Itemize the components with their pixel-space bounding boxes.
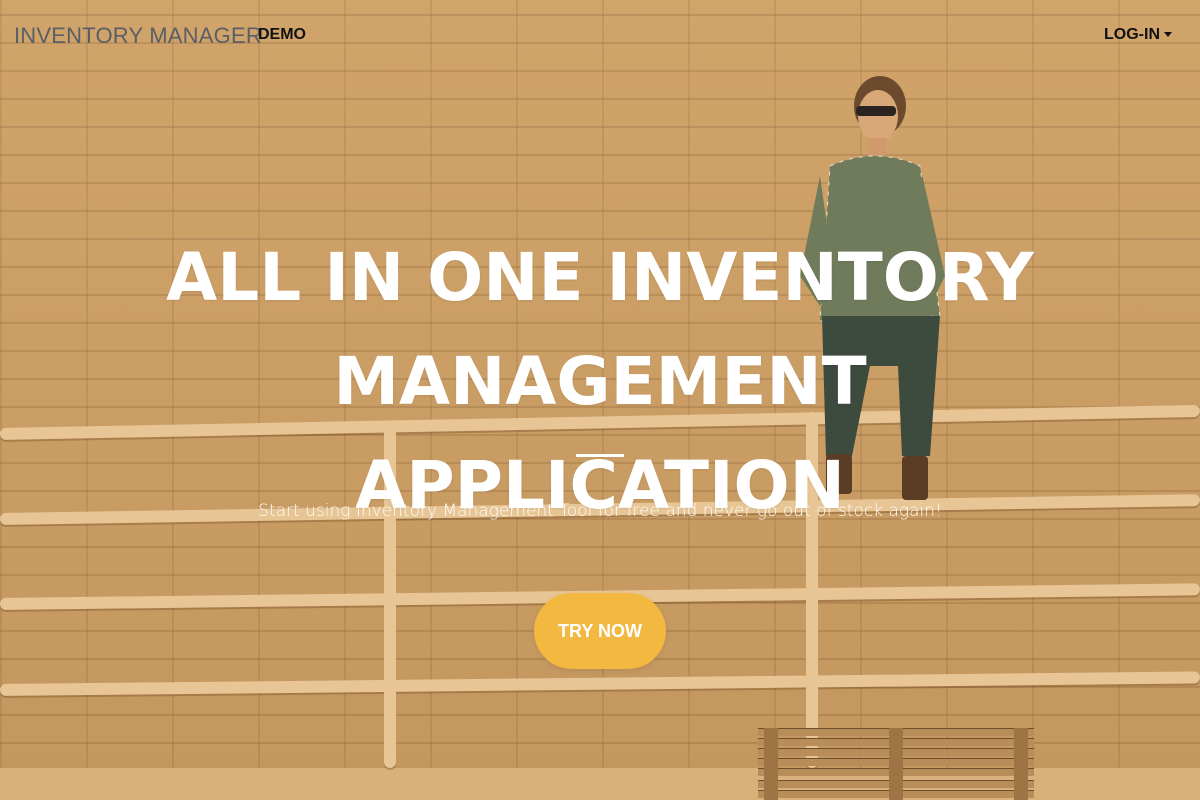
hero-subtitle: Start using Inventory Management Tool fo… — [258, 501, 942, 521]
hero-title-line-1: ALL IN ONE INVENTORY — [166, 239, 1034, 316]
login-dropdown-toggle[interactable]: LOG-IN — [1104, 26, 1172, 44]
top-navbar: INVENTORY MANAGER DEMO LOG-IN — [0, 0, 1200, 70]
nav-link-demo[interactable]: DEMO — [258, 26, 306, 44]
hero-title: ALL IN ONE INVENTORY MANAGEMENT APPLICAT… — [100, 226, 1100, 538]
login-label: LOG-IN — [1104, 26, 1160, 43]
caret-down-icon — [1164, 31, 1172, 37]
brand-logo-link[interactable]: INVENTORY MANAGER — [14, 23, 262, 49]
hero-title-line-2: MANAGEMENT APPLICATION — [333, 343, 867, 524]
wooden-pallet — [758, 728, 1034, 800]
try-now-button[interactable]: TRY NOW — [534, 593, 666, 669]
hero-divider — [576, 454, 624, 457]
